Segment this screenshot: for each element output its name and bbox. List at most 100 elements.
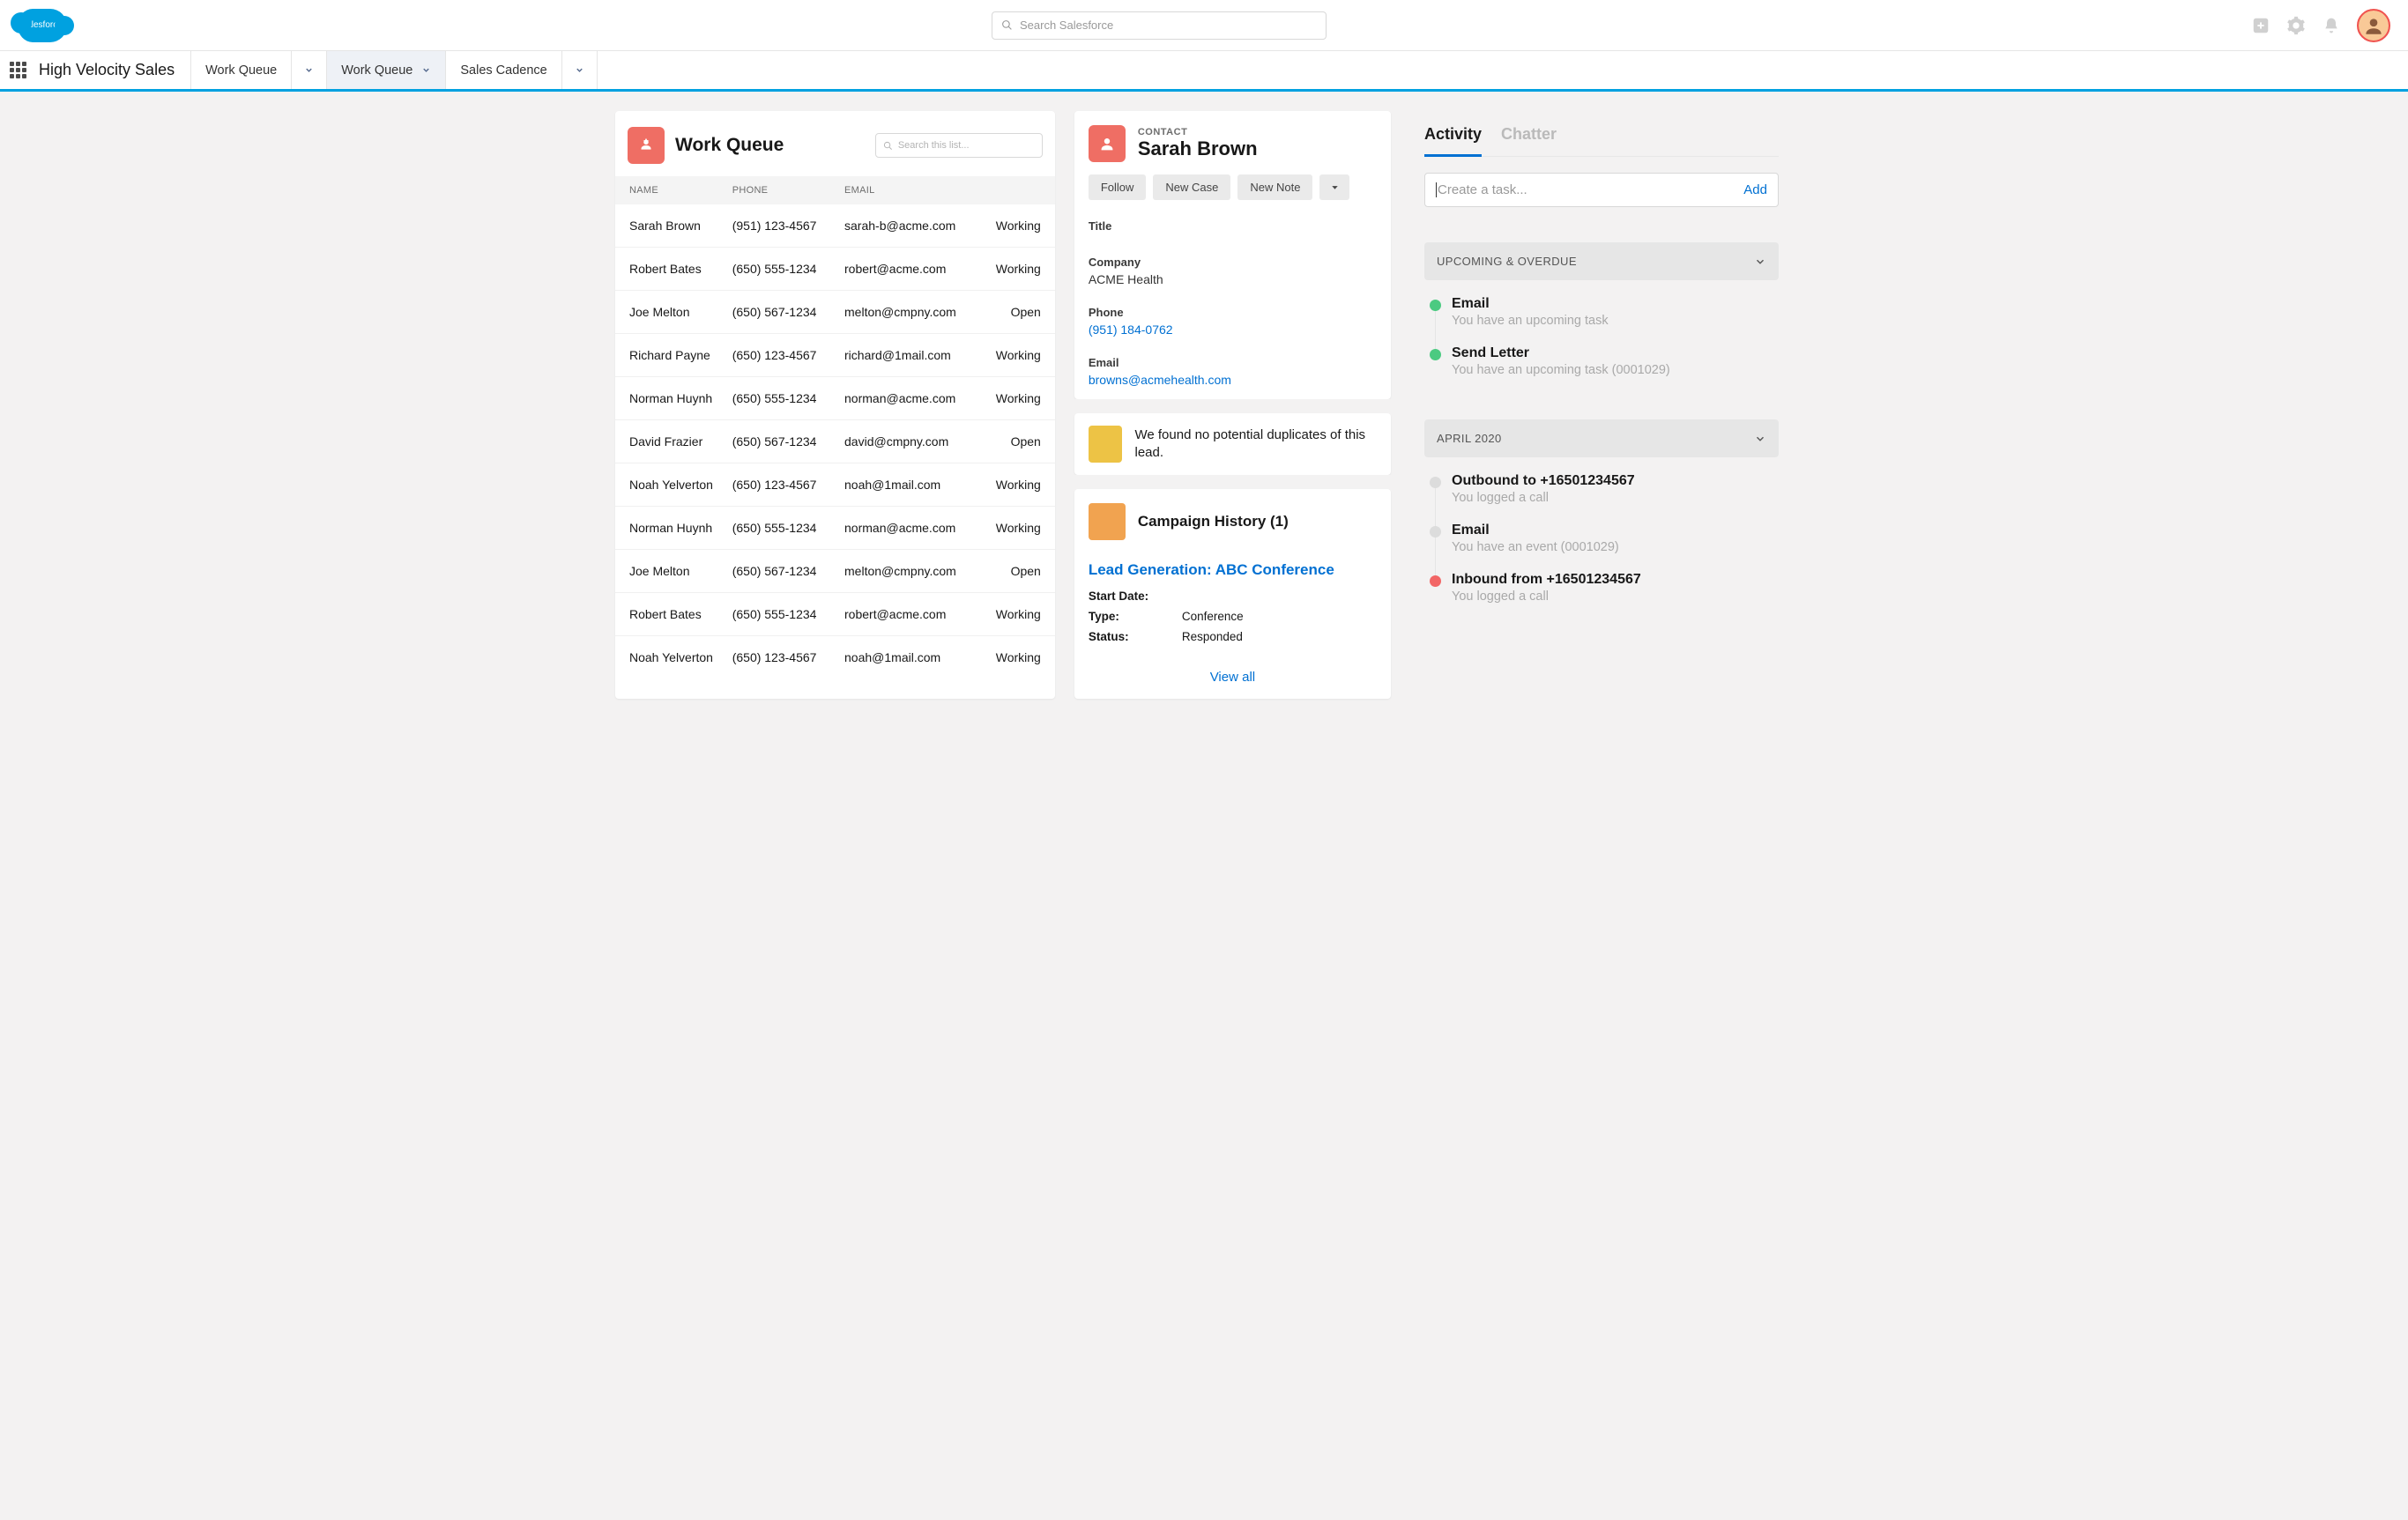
campaign-type-value: Conference [1182,610,1244,623]
cell-phone: (650) 123-4567 [732,478,844,492]
chevron-down-icon [421,65,431,75]
duplicates-message: We found no potential duplicates of this… [1134,426,1377,463]
cell-status: Open [966,434,1041,449]
new-note-button[interactable]: New Note [1237,174,1312,200]
cell-name: Richard Payne [629,348,732,362]
nav-chevron-3[interactable] [562,51,598,89]
cell-name: Robert Bates [629,262,732,276]
cell-phone: (650) 555-1234 [732,607,844,621]
work-queue-icon [628,127,665,164]
table-row[interactable]: Noah Yelverton(650) 123-4567noah@1mail.c… [615,463,1055,507]
contact-column: CONTACT Sarah Brown Follow New Case New … [1074,111,1391,699]
timeline-item[interactable]: Outbound to +16501234567You logged a cal… [1430,473,1777,505]
timeline-item[interactable]: Email You have an event (0001029) [1430,523,1777,554]
timeline-item[interactable]: EmailYou have an upcoming task [1430,296,1777,328]
field-phone-value[interactable]: (951) 184-0762 [1089,323,1377,337]
nav-tab-work-queue-2[interactable]: Work Queue [327,51,446,89]
timeline-item[interactable]: Inbound from +16501234567You logged a ca… [1430,572,1777,604]
section-upcoming-label: UPCOMING & OVERDUE [1437,255,1577,268]
create-task-input[interactable]: Create a task... Add [1424,173,1779,207]
table-row[interactable]: Robert Bates(650) 555-1234robert@acme.co… [615,593,1055,636]
timeline-dot-icon [1430,526,1441,538]
contact-object-label: CONTACT [1138,127,1258,137]
timeline-title: Send Letter [1452,345,1670,361]
timeline-subtitle: You have an upcoming task [1452,314,1609,328]
cell-phone: (650) 555-1234 [732,391,844,405]
cell-email: noah@1mail.com [844,478,966,492]
cell-email: noah@1mail.com [844,650,966,664]
nav-tab-work-queue-1[interactable]: Work Queue [191,51,292,89]
brand-text: salesforce [22,20,63,30]
follow-button[interactable]: Follow [1089,174,1147,200]
cell-name: Norman Huynh [629,391,732,405]
cell-email: melton@cmpny.com [844,564,966,578]
table-row[interactable]: David Frazier(650) 567-1234david@cmpny.c… [615,420,1055,463]
campaign-status-value: Responded [1182,630,1243,643]
gear-icon[interactable] [2286,16,2306,35]
cell-status: Working [966,607,1041,621]
timeline-subtitle: You have an event (0001029) [1452,540,1619,554]
bell-icon[interactable] [2322,16,2341,35]
timeline-subtitle: You have an upcoming task (0001029) [1452,363,1670,377]
timeline-dot-icon [1430,575,1441,587]
add-task-button[interactable]: Add [1743,182,1767,197]
timeline-item[interactable]: Send Letter You have an upcoming task (00… [1430,345,1777,377]
duplicates-card: We found no potential duplicates of this… [1074,413,1391,475]
add-icon[interactable] [2251,16,2271,35]
section-april[interactable]: APRIL 2020 [1424,419,1779,457]
campaign-link[interactable]: Lead Generation: ABC Conference [1074,554,1391,586]
search-icon [1001,19,1013,31]
global-search-input[interactable]: Search Salesforce [992,11,1327,40]
cell-phone: (951) 123-4567 [732,219,844,233]
cell-email: robert@acme.com [844,607,966,621]
cell-status: Working [966,219,1041,233]
nav-chevron-1[interactable] [292,51,327,89]
cell-email: robert@acme.com [844,262,966,276]
table-row[interactable]: Norman Huynh(650) 555-1234norman@acme.co… [615,507,1055,550]
new-case-button[interactable]: New Case [1153,174,1230,200]
contact-icon [1089,125,1126,162]
timeline-title: Email [1452,523,1619,538]
tab-chatter[interactable]: Chatter [1501,125,1557,149]
nav-bar: High Velocity Sales Work Queue Work Queu… [0,51,2408,92]
cell-name: Noah Yelverton [629,478,732,492]
table-row[interactable]: Noah Yelverton(650) 123-4567noah@1mail.c… [615,636,1055,678]
cell-status: Working [966,348,1041,362]
table-row[interactable]: Sarah Brown(951) 123-4567sarah-b@acme.co… [615,204,1055,248]
field-phone-label: Phone [1089,306,1377,319]
duplicates-icon [1089,426,1123,463]
task-placeholder: Create a task... [1438,182,1527,197]
list-search-input[interactable]: Search this list... [875,133,1043,158]
cell-email: david@cmpny.com [844,434,966,449]
tab-activity[interactable]: Activity [1424,125,1482,157]
cell-phone: (650) 555-1234 [732,262,844,276]
user-avatar[interactable] [2357,9,2390,42]
app-launcher-icon[interactable] [0,51,35,89]
top-header: salesforce Search Salesforce [0,0,2408,51]
search-icon [883,141,893,151]
table-row[interactable]: Robert Bates(650) 555-1234robert@acme.co… [615,248,1055,291]
table-row[interactable]: Norman Huynh(650) 555-1234norman@acme.co… [615,377,1055,420]
timeline-dot-icon [1430,349,1441,360]
timeline-subtitle: You logged a call [1452,491,1635,505]
cell-phone: (650) 555-1234 [732,521,844,535]
nav-tab-sales-cadence[interactable]: Sales Cadence [446,51,561,89]
timeline-subtitle: You logged a call [1452,589,1641,604]
cell-name: Noah Yelverton [629,650,732,664]
table-row[interactable]: Joe Melton(650) 567-1234melton@cmpny.com… [615,291,1055,334]
search-placeholder: Search Salesforce [1020,19,1113,32]
contact-name: Sarah Brown [1138,137,1258,160]
salesforce-logo[interactable]: salesforce [18,9,67,42]
field-email-value[interactable]: browns@acmehealth.com [1089,373,1377,387]
view-all-link[interactable]: View all [1074,656,1391,699]
column-email: EMAIL [844,185,966,196]
cell-name: David Frazier [629,434,732,449]
more-actions-button[interactable] [1319,174,1349,200]
section-upcoming[interactable]: UPCOMING & OVERDUE [1424,242,1779,280]
table-row[interactable]: Joe Melton(650) 567-1234melton@cmpny.com… [615,550,1055,593]
cell-status: Working [966,262,1041,276]
cell-email: norman@acme.com [844,391,966,405]
campaign-history-title: Campaign History (1) [1138,513,1289,530]
table-row[interactable]: Richard Payne(650) 123-4567richard@1mail… [615,334,1055,377]
timeline-dot-icon [1430,300,1441,311]
